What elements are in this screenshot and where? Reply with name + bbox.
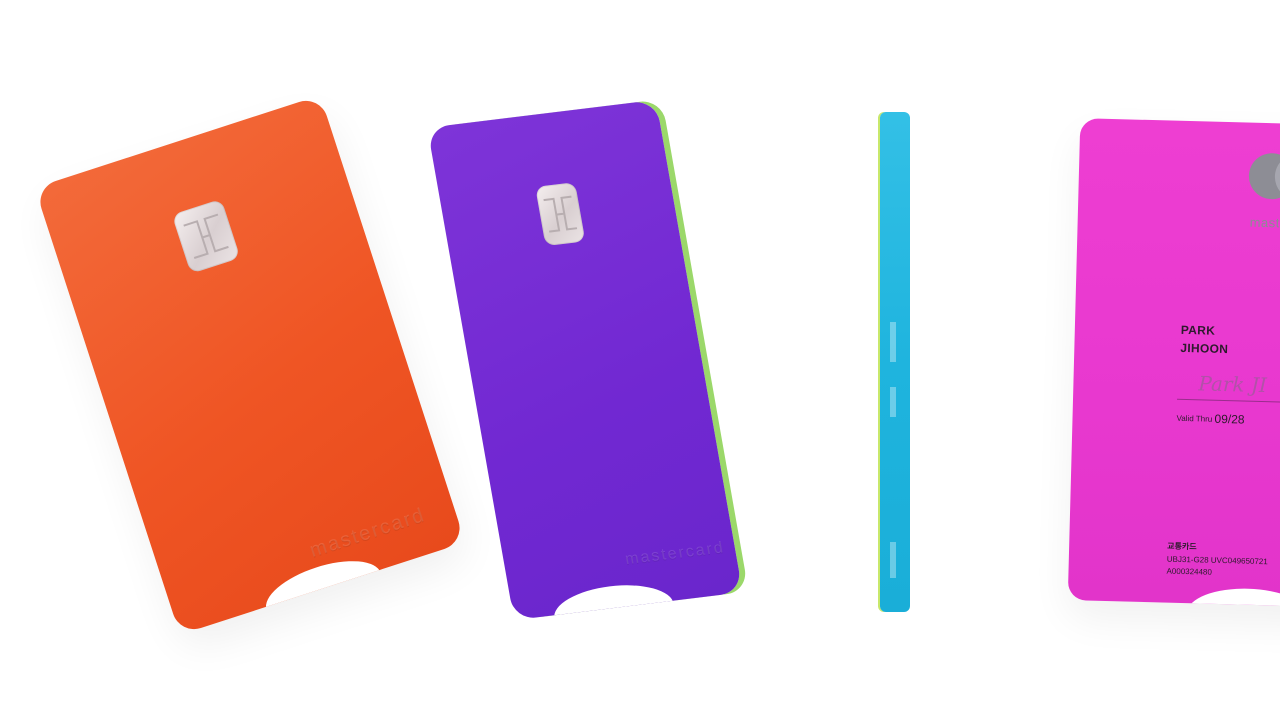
card-detail-marks xyxy=(890,387,896,417)
cardholder-signature: Park JI xyxy=(1198,371,1268,398)
valid-thru-date: 09/28 xyxy=(1214,411,1245,427)
card-showcase-scene: mastercard mastercard master PARK JIHOON… xyxy=(0,0,1280,720)
signature-line xyxy=(1177,398,1280,406)
cardholder-name-second: JIHOON xyxy=(1180,340,1229,357)
card-type-label: 교통카드 xyxy=(1167,541,1197,552)
card-detail-marks xyxy=(890,322,896,362)
card-code-line: A000324480 xyxy=(1166,566,1213,577)
blue-card xyxy=(880,112,910,612)
pink-card: master PARK JIHOON Park JI Valid Thru 09… xyxy=(1067,118,1280,608)
card-network-emboss: mastercard xyxy=(623,539,727,569)
purple-card: mastercard xyxy=(427,99,743,621)
card-notch xyxy=(258,549,389,634)
card-notch xyxy=(550,579,679,621)
chip-icon xyxy=(535,182,586,247)
card-network-name: master xyxy=(1249,214,1280,231)
valid-thru-label: Valid Thru xyxy=(1176,413,1213,424)
card-detail-marks xyxy=(890,542,896,578)
cardholder-name-first: PARK xyxy=(1180,322,1216,338)
card-code-line: UBJ31-G28 UVC049650721 xyxy=(1166,554,1268,567)
mastercard-logo-icon xyxy=(1248,152,1280,205)
card-notch xyxy=(1186,587,1280,608)
chip-icon xyxy=(171,198,241,274)
card-network-emboss: mastercard xyxy=(307,503,429,562)
orange-card: mastercard xyxy=(34,95,466,635)
